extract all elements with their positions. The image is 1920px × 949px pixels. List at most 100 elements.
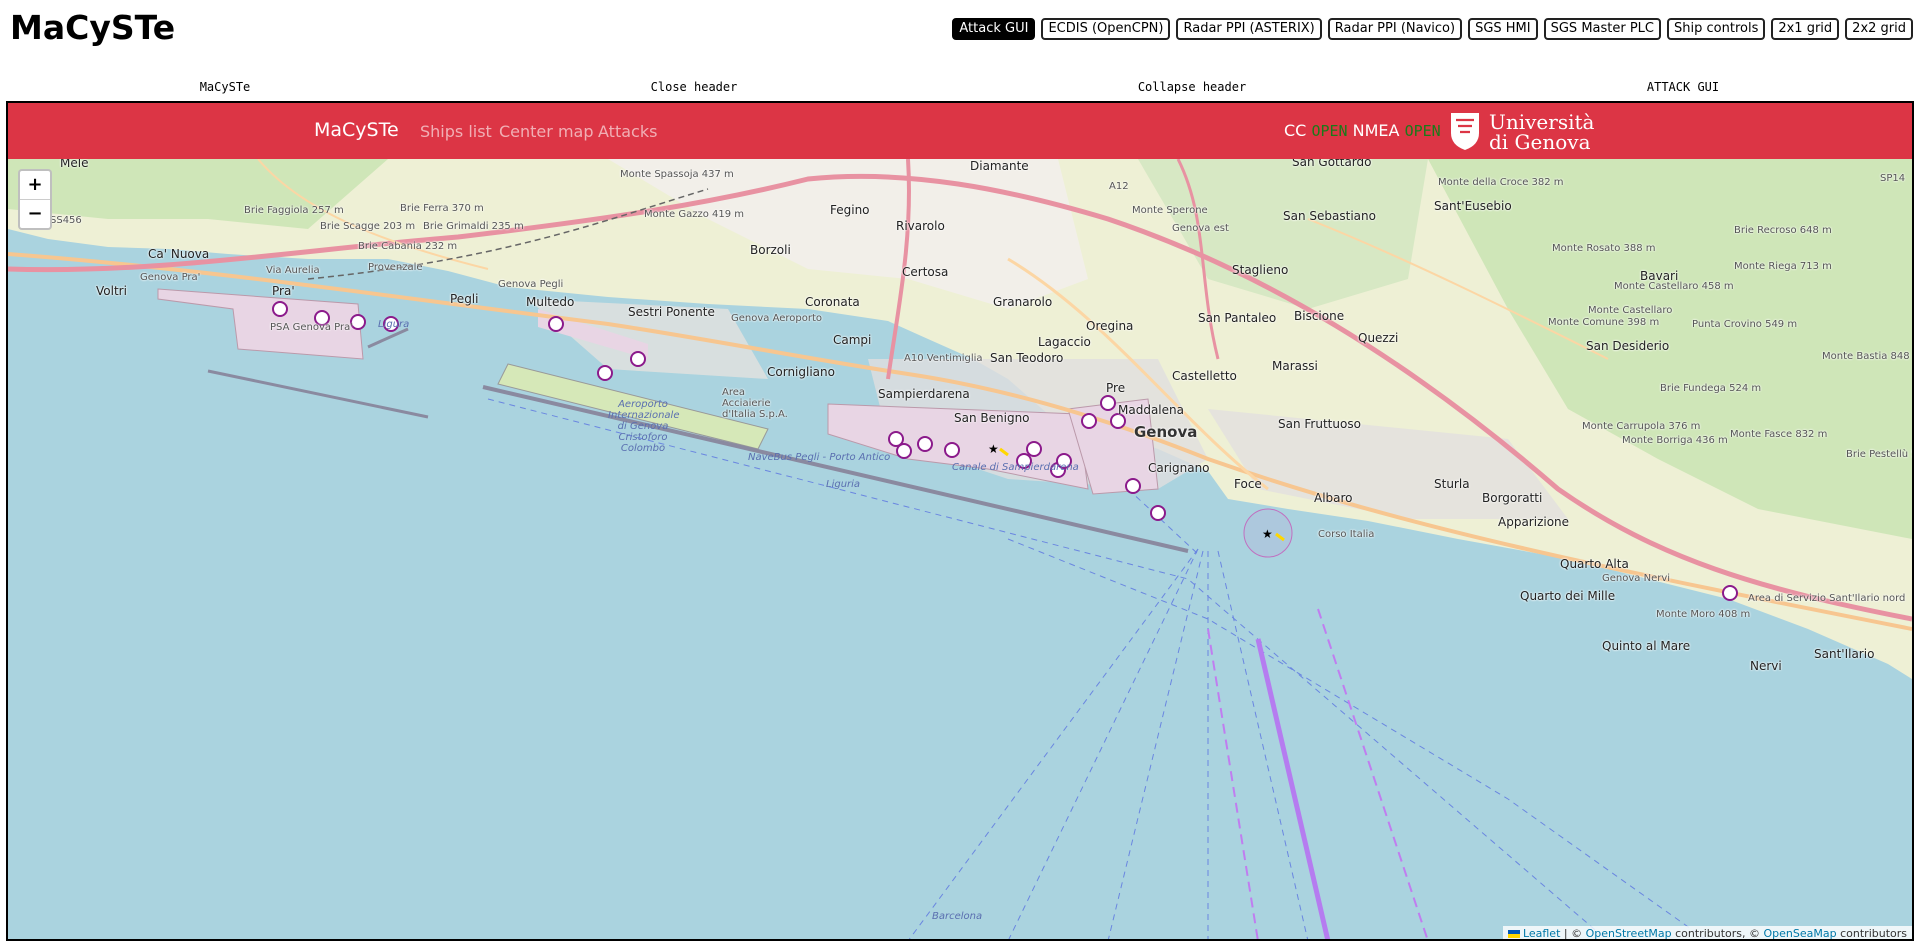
- map-label: Monte Rosato 388 m: [1552, 243, 1656, 254]
- map-label: Quinto al Mare: [1602, 639, 1691, 653]
- cc-status-value: OPEN: [1311, 122, 1348, 140]
- map-label: Corso Italia: [1318, 529, 1375, 540]
- map-label: Borgoratti: [1482, 491, 1543, 505]
- sgs-hmi-button[interactable]: SGS HMI: [1468, 18, 1538, 40]
- map-label: Quarto dei Mille: [1520, 589, 1616, 603]
- map-label: Castelletto: [1172, 369, 1237, 383]
- current-view-label: ATTACK GUI: [1646, 80, 1720, 94]
- attribution-end: contributors: [1836, 927, 1907, 940]
- map-label: Maddalena: [1118, 403, 1184, 417]
- cc-status-label: CC: [1284, 121, 1307, 140]
- view-switcher: Attack GUI ECDIS (OpenCPN) Radar PPI (AS…: [952, 18, 1913, 40]
- nav-attacks[interactable]: Attacks: [598, 122, 657, 141]
- attribution-mid: contributors, ©: [1671, 927, 1764, 940]
- page-title: MaCySTe: [10, 8, 176, 47]
- map-label: Oregina: [1086, 319, 1134, 333]
- map-label: Campi: [833, 333, 872, 347]
- map-label: San Pantaleo: [1198, 311, 1277, 325]
- navbar-brand[interactable]: MaCySTe: [314, 119, 399, 141]
- map-label: Carignano: [1148, 461, 1210, 475]
- frame-title-label: MaCySTe: [199, 80, 251, 94]
- map-label: Brie Recroso 648 m: [1734, 225, 1832, 236]
- map-label: Quarto Alta: [1560, 557, 1629, 571]
- nav-ships-list[interactable]: Ships list: [420, 122, 492, 141]
- map-label: Area Acciaierie d'Italia S.p.A.: [722, 387, 788, 420]
- map-label: Monte Bastia 848 m: [1822, 351, 1912, 362]
- radar-ppi-asterix-button[interactable]: Radar PPI (ASTERIX): [1176, 18, 1322, 40]
- radar-ppi-navico-button[interactable]: Radar PPI (Navico): [1327, 18, 1463, 40]
- map-label: Bavari: [1640, 269, 1679, 283]
- map-label: Monte Riega 713 m: [1734, 261, 1832, 272]
- map-label: A12: [1109, 181, 1129, 192]
- attack-gui-button[interactable]: Attack GUI: [952, 18, 1036, 40]
- map-label: NaveBus Pegli - Porto Antico: [748, 452, 891, 463]
- svg-text:★: ★: [988, 442, 999, 456]
- map-label: San Teodoro: [990, 351, 1064, 365]
- nmea-status-label: NMEA: [1352, 121, 1400, 140]
- map-label: Genova Aeroporto: [731, 313, 823, 324]
- map-label: Brie Cabania 232 m: [358, 241, 458, 252]
- grid-2x1-button[interactable]: 2x1 grid: [1771, 18, 1840, 40]
- map-label: SS456: [50, 215, 82, 226]
- map-label: Genova Pra': [140, 272, 201, 283]
- ship-controls-button[interactable]: Ship controls: [1667, 18, 1766, 40]
- map-label: Brie Faggiola 257 m: [244, 205, 344, 216]
- map-label: Canale di Sampierdarena: [952, 462, 1079, 473]
- map-label: Borzoli: [750, 243, 791, 257]
- map-label: Aeroporto Internazionale di Genova Crist…: [608, 399, 680, 454]
- nmea-status-value: OPEN: [1404, 122, 1441, 140]
- map-label: Via Aurelia: [266, 265, 320, 276]
- map-label: Monte Spassoja 437 m: [620, 169, 734, 180]
- map-label: Brie Fundega 524 m: [1660, 383, 1762, 394]
- map-label: Pre: [1106, 381, 1126, 395]
- map-label: Sant'Eusebio: [1434, 199, 1512, 213]
- map-label: Rivarolo: [896, 219, 945, 233]
- grid-2x2-button[interactable]: 2x2 grid: [1845, 18, 1913, 40]
- openseamap-link[interactable]: OpenSeaMap: [1764, 927, 1837, 939]
- map-label: Mele: [60, 159, 89, 170]
- map-label: Provenzale: [368, 262, 423, 273]
- leaflet-link[interactable]: Leaflet: [1523, 927, 1560, 939]
- map-label: Brie Scagge 203 m: [320, 221, 416, 232]
- map-label: Monte Comune 398 m: [1548, 317, 1660, 328]
- collapse-header-button[interactable]: Collapse header: [1138, 80, 1246, 94]
- university-logo: Università di Genova: [1451, 110, 1595, 152]
- map-label: Monte Borriga 436 m: [1622, 435, 1728, 446]
- map-label: Sampierdarena: [878, 387, 970, 401]
- logo-line-2: di Genova: [1489, 130, 1591, 152]
- map-label: San Sebastiano: [1283, 209, 1376, 223]
- openstreetmap-link[interactable]: OpenStreetMap: [1586, 927, 1672, 939]
- map-label: Quezzi: [1358, 331, 1399, 345]
- zoom-out-button[interactable]: −: [20, 199, 50, 228]
- map-label: Punta Crovino 549 m: [1692, 319, 1798, 330]
- map-label: Fegino: [830, 203, 870, 217]
- map-label: Sestri Ponente: [628, 305, 715, 319]
- map-label: A10 Ventimiglia: [904, 353, 983, 364]
- sgs-master-plc-button[interactable]: SGS Master PLC: [1543, 18, 1662, 40]
- map-label: San Benigno: [954, 411, 1030, 425]
- map-label: Genova: [1134, 423, 1198, 441]
- map-label: Albaro: [1314, 491, 1353, 505]
- map-tiles: ★ ★: [8, 159, 1912, 939]
- map-label: Voltri: [96, 284, 127, 298]
- zoom-in-button[interactable]: +: [20, 171, 50, 199]
- ecdis-opencpn-button[interactable]: ECDIS (OpenCPN): [1041, 18, 1171, 40]
- nav-center-map[interactable]: Center map: [499, 122, 593, 141]
- map-label: Barcelona: [932, 911, 983, 922]
- map-view[interactable]: ★ ★ Mele Monte Spassoja 437 m Brie Faggi…: [8, 159, 1912, 940]
- map-label: Monte Sperone: [1132, 205, 1208, 216]
- map-label: Genova Nervi: [1602, 573, 1671, 584]
- map-label: Area di Servizio Sant'Ilario nord: [1748, 593, 1906, 604]
- map-label: Apparizione: [1498, 515, 1570, 529]
- map-label: San Fruttuoso: [1278, 417, 1361, 431]
- map-label: San Desiderio: [1586, 339, 1670, 353]
- map-label: Monte della Croce 382 m: [1438, 177, 1564, 188]
- map-label: Brie Pestellù 582 m: [1846, 449, 1912, 460]
- map-label: Brie Ferra 370 m: [400, 203, 484, 214]
- close-header-button[interactable]: Close header: [651, 80, 738, 94]
- map-label: Foce: [1234, 477, 1262, 491]
- connection-status: CC OPEN NMEA OPEN: [1284, 121, 1441, 140]
- map-label: Staglieno: [1232, 263, 1289, 277]
- map-label: SP14: [1880, 173, 1906, 184]
- map-label: Monte Carrupola 376 m: [1582, 421, 1701, 432]
